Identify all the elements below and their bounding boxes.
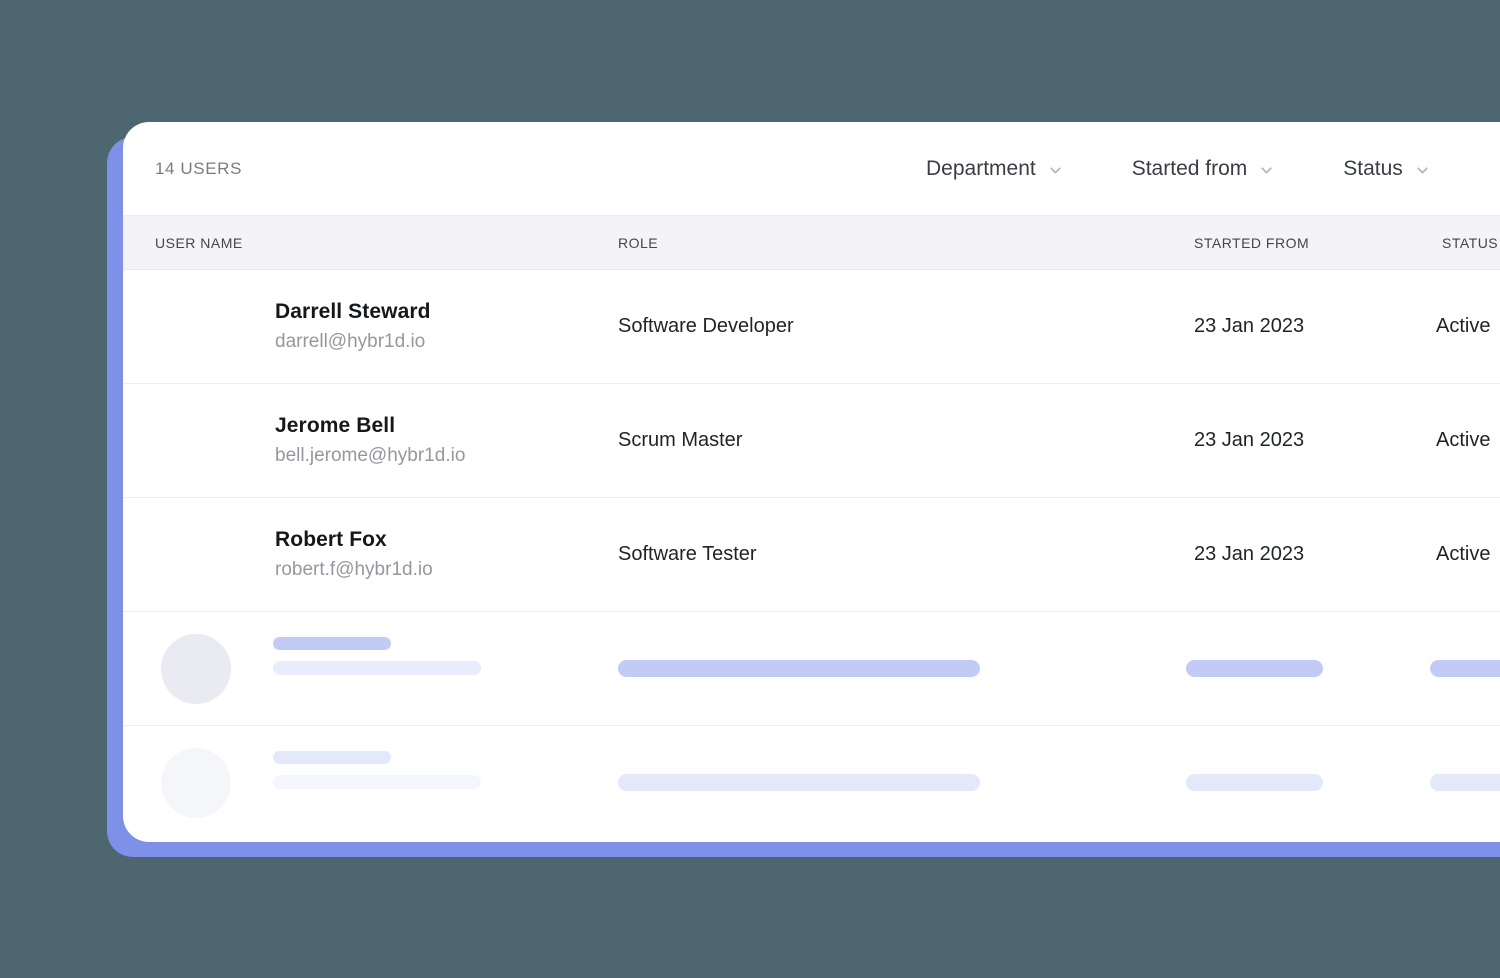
skeleton-date-bar	[1186, 660, 1323, 677]
column-header-role: ROLE	[618, 234, 659, 251]
column-header-status: STATUS	[1442, 234, 1499, 251]
skeleton-name-bar	[273, 751, 391, 764]
user-cell: Darrell Steward darrell@hybr1d.io	[123, 300, 618, 353]
table-toolbar: 14 USERS Department Started from Status	[123, 122, 1500, 215]
skeleton-role-bar	[618, 774, 980, 791]
loading-row	[123, 612, 1500, 726]
users-count: 14 USERS	[155, 158, 243, 178]
column-header-user-name: USER NAME	[155, 234, 243, 251]
user-email: robert.f@hybr1d.io	[275, 559, 433, 580]
skeleton-date-bar	[1186, 774, 1323, 791]
users-table-card: 14 USERS Department Started from Status	[123, 122, 1500, 842]
user-cell: Robert Fox robert.f@hybr1d.io	[123, 528, 618, 581]
user-name: Jerome Bell	[275, 414, 396, 437]
skeleton-email-bar	[273, 661, 481, 675]
chevron-down-icon	[1414, 162, 1431, 179]
skeleton-role-bar	[618, 660, 980, 677]
started-from-cell: 23 Jan 2023	[1194, 543, 1305, 565]
skeleton-name-bar	[273, 637, 391, 650]
started-from-cell: 23 Jan 2023	[1194, 429, 1305, 451]
chevron-down-icon	[1047, 162, 1064, 179]
chevron-down-icon	[1258, 162, 1275, 179]
table-header-row: USER NAME ROLE STARTED FROM STATUS	[123, 215, 1500, 270]
skeleton-status-bar	[1430, 660, 1500, 677]
avatar-placeholder	[161, 748, 231, 818]
role-cell: Software Tester	[618, 543, 757, 565]
started-from-cell: 23 Jan 2023	[1194, 315, 1305, 337]
started-from-filter-label: Started from	[1131, 156, 1248, 180]
table-row[interactable]: Robert Fox robert.f@hybr1d.io Software T…	[123, 498, 1500, 612]
status-cell: Active	[1436, 543, 1491, 565]
app-background: { "header": { "count_label": "14 USERS",…	[0, 0, 1500, 978]
department-filter-dropdown[interactable]: Department	[926, 157, 1064, 181]
skeleton-status-bar	[1430, 774, 1500, 791]
status-filter-label: Status	[1343, 156, 1403, 180]
role-cell: Software Developer	[618, 315, 794, 337]
column-header-started-from: STARTED FROM	[1194, 234, 1310, 251]
skeleton-email-bar	[273, 775, 481, 789]
started-from-filter-dropdown[interactable]: Started from	[1132, 157, 1276, 181]
user-name: Darrell Steward	[275, 300, 431, 323]
status-cell: Active	[1436, 315, 1491, 337]
status-filter-dropdown[interactable]: Status	[1343, 157, 1431, 181]
status-cell: Active	[1436, 429, 1491, 451]
user-name: Robert Fox	[275, 528, 387, 551]
user-cell: Jerome Bell bell.jerome@hybr1d.io	[123, 414, 618, 467]
loading-row	[123, 726, 1500, 839]
avatar-placeholder	[161, 634, 231, 704]
table-row[interactable]: Jerome Bell bell.jerome@hybr1d.io Scrum …	[123, 384, 1500, 498]
department-filter-label: Department	[926, 156, 1036, 180]
user-email: bell.jerome@hybr1d.io	[275, 445, 466, 466]
user-email: darrell@hybr1d.io	[275, 331, 426, 352]
role-cell: Scrum Master	[618, 429, 743, 451]
filter-bar: Department Started from Status	[926, 122, 1431, 215]
table-row[interactable]: Darrell Steward darrell@hybr1d.io Softwa…	[123, 270, 1500, 384]
